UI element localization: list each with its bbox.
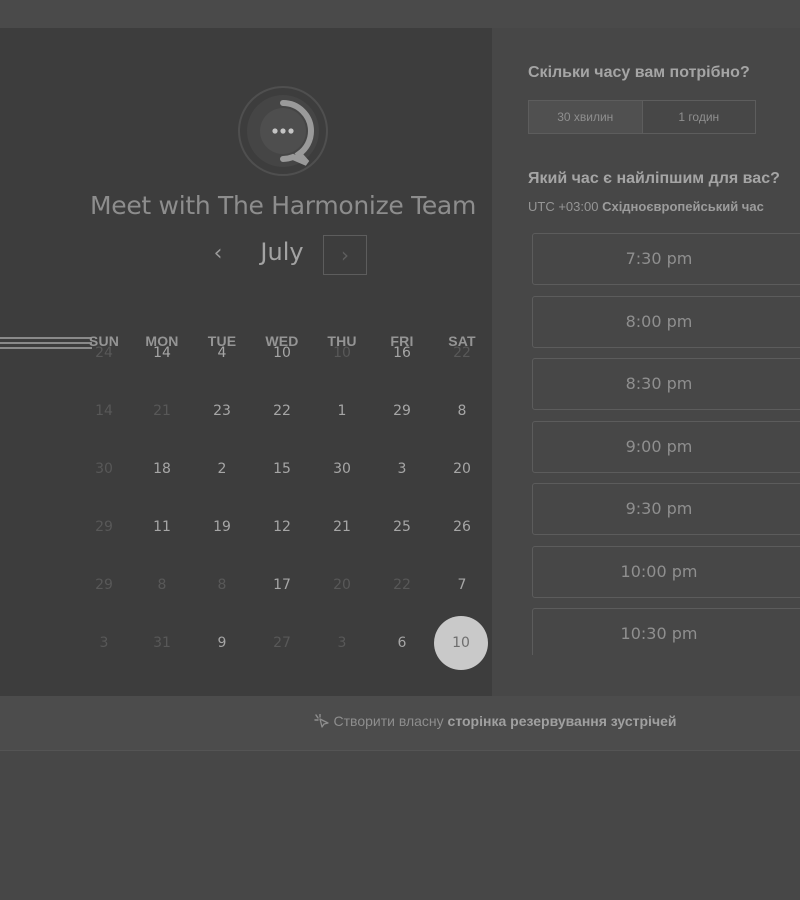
- chat-bubble-logo-icon: [238, 86, 328, 176]
- calendar-day[interactable]: 6: [376, 633, 428, 653]
- next-month-button[interactable]: ›: [323, 235, 367, 275]
- calendar-day: 3: [99, 635, 109, 651]
- calendar-day[interactable]: 14: [136, 343, 188, 363]
- calendar-day[interactable]: 23: [196, 401, 248, 421]
- calendar-day: 22: [393, 577, 411, 593]
- calendar-day[interactable]: 25: [376, 517, 428, 537]
- time-slot[interactable]: 8:30 pm: [532, 358, 800, 410]
- page: Meet with The Harmonize Team ‹ July › SU…: [0, 0, 800, 900]
- calendar-day: 3: [337, 635, 347, 651]
- calendar-day[interactable]: 15: [256, 459, 308, 479]
- calendar-day[interactable]: 16: [376, 343, 428, 363]
- footer-link-bold: сторінка резервування зустрічей: [447, 713, 677, 729]
- calendar-day: 22: [453, 345, 471, 361]
- calendar-day-selected[interactable]: 10: [434, 616, 488, 670]
- calendar-day[interactable]: 19: [196, 517, 248, 537]
- time-slot[interactable]: 8:00 pm: [532, 295, 800, 348]
- time-slot[interactable]: 10:30 pm: [532, 608, 800, 655]
- calendar-panel: Meet with The Harmonize Team ‹ July › SU…: [0, 28, 492, 696]
- time-slot[interactable]: 10:00 pm: [532, 545, 800, 598]
- duration-option-30min[interactable]: 30 хвилин: [529, 101, 643, 133]
- calendar-day: 14: [95, 403, 113, 419]
- calendar-day[interactable]: 7: [436, 575, 488, 595]
- calendar-day: 21: [153, 403, 171, 419]
- calendar-day[interactable]: 20: [436, 459, 488, 479]
- calendar-day[interactable]: 18: [136, 459, 188, 479]
- calendar-day[interactable]: 10: [256, 343, 308, 363]
- time-slot[interactable]: 9:00 pm: [532, 420, 800, 473]
- calendar-day[interactable]: 17: [256, 575, 308, 595]
- time-slot[interactable]: 7:30 pm: [532, 233, 800, 285]
- calendar-day: 30: [95, 461, 113, 477]
- calendar-title: Meet with The Harmonize Team: [89, 191, 477, 220]
- calendar-day[interactable]: 12: [256, 517, 308, 537]
- calendar-day[interactable]: 21: [316, 517, 368, 537]
- timezone-name: Східноєвропейський час: [602, 199, 764, 214]
- calendar-day: 8: [217, 577, 227, 593]
- calendar-day[interactable]: 29: [376, 401, 428, 421]
- calendar-day: 10: [333, 345, 351, 361]
- calendar-day: 29: [95, 577, 113, 593]
- duration-question: Скільки часу вам потрібно?: [528, 64, 750, 81]
- timezone-offset: UTC +03:00: [528, 199, 599, 214]
- duration-option-1h[interactable]: 1 годин: [643, 101, 756, 133]
- month-navigation: ‹ July ›: [0, 232, 566, 278]
- duration-selector: 30 хвилин 1 годин: [528, 100, 756, 134]
- calendar-day[interactable]: 9: [196, 633, 248, 653]
- create-booking-page-link[interactable]: Створити власну сторінка резервування зу…: [0, 713, 800, 729]
- month-label: July: [260, 238, 304, 266]
- calendar-day[interactable]: 2: [196, 459, 248, 479]
- calendar-day: 8: [157, 577, 167, 593]
- calendar-day[interactable]: 3: [376, 459, 428, 479]
- sparkle-arrow-icon: [313, 714, 329, 728]
- calendar-day[interactable]: 8: [436, 401, 488, 421]
- top-strip: [0, 0, 800, 29]
- time-slot[interactable]: 9:30 pm: [532, 483, 800, 535]
- time-slot-list: 7:30 pm 8:00 pm 8:30 pm 9:00 pm 9:30 pm 10:00…: [532, 233, 800, 655]
- calendar-day[interactable]: 4: [196, 343, 248, 363]
- footer-bar: Створити власну сторінка резервування зу…: [0, 696, 800, 751]
- calendar-day: 24: [95, 345, 113, 361]
- calendar-day: 27: [273, 635, 291, 651]
- calendar-day[interactable]: 1: [316, 401, 368, 421]
- calendar-day[interactable]: 30: [316, 459, 368, 479]
- calendar-day: 31: [153, 635, 171, 651]
- calendar-day[interactable]: 11: [136, 517, 188, 537]
- timezone-label[interactable]: UTC +03:00 Східноєвропейський час: [528, 199, 800, 214]
- footer-link-prefix: Створити власну: [333, 713, 444, 729]
- calendar-day[interactable]: 22: [256, 401, 308, 421]
- time-question: Який час є найліпшим для вас?: [528, 170, 780, 187]
- prev-month-button[interactable]: ‹: [200, 236, 236, 272]
- booking-panel: Скільки часу вам потрібно? 30 хвилин 1 г…: [492, 28, 800, 696]
- calendar-day[interactable]: 26: [436, 517, 488, 537]
- calendar-day: 29: [95, 519, 113, 535]
- calendar-day: 20: [333, 577, 351, 593]
